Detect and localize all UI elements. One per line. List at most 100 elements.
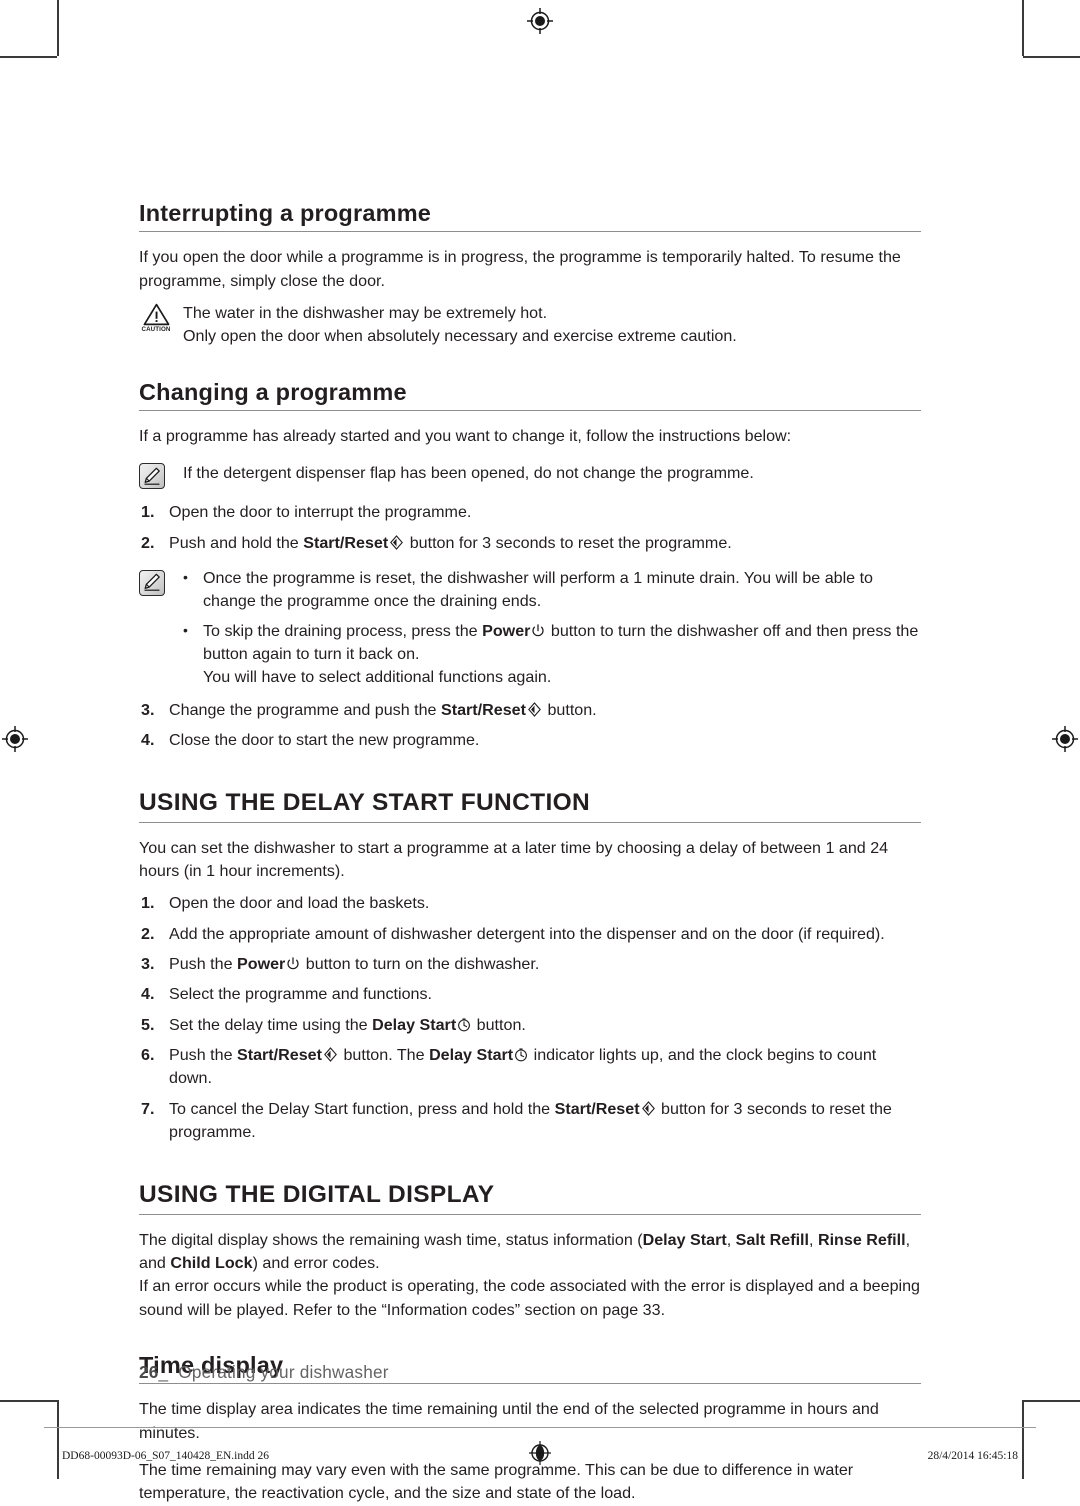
d6-pre: Push the [169, 1045, 237, 1064]
power-label: Power [482, 621, 531, 640]
step-number: 4. [141, 985, 155, 1004]
start-reset-diamond-icon [323, 1047, 338, 1062]
step-text: Push the Start/Reset button. The Delay S… [169, 1044, 921, 1091]
crop-mark-top-right-vertical [1022, 0, 1024, 56]
step-number: 3. [141, 954, 155, 973]
power-icon [531, 623, 545, 638]
step-text: Close the door to start the new programm… [169, 730, 480, 749]
heading-using-the-digital-display: USING THE DIGITAL DISPLAY [139, 1181, 921, 1215]
caution-icon-label: CAUTION [141, 325, 171, 333]
note-callout-reset-bullets: • Once the programme is reset, the dishw… [139, 567, 921, 690]
bullet-glyph: • [183, 621, 188, 638]
bullet-text: To skip the draining process, press the … [203, 620, 921, 690]
list-item-delay-step-6: 6. Push the Start/Reset button. The Dela… [139, 1044, 921, 1091]
heading-changing-a-programme: Changing a programme [139, 379, 921, 411]
note-bullet-item-2: • To skip the draining process, press th… [183, 620, 921, 690]
d3-pre: Push the [169, 954, 237, 973]
note-pencil-icon [139, 463, 165, 490]
crop-mark-top-right-horizontal [1023, 56, 1080, 58]
heading-using-the-delay-start-function: USING THE DELAY START FUNCTION [139, 789, 921, 823]
start-reset-label: Start/Reset [440, 700, 526, 719]
list-item-delay-step-1: 1. Open the door and load the baskets. [139, 892, 921, 915]
step2-pre: Push and hold the [169, 533, 304, 552]
crop-mark-top-left-horizontal [0, 56, 57, 58]
start-reset-diamond-icon [641, 1100, 656, 1116]
note-text-dispenser-flap: If the detergent dispenser flap has been… [183, 464, 754, 483]
step-text: Open the door and load the baskets. [169, 894, 430, 913]
bullet-text: Once the programme is reset, the dishwas… [203, 568, 874, 611]
step-number: 4. [141, 730, 155, 749]
clock-icon [457, 1018, 471, 1032]
step-number: 1. [141, 894, 155, 913]
step-text: Add the appropriate amount of dishwasher… [169, 924, 885, 943]
caution-line-2: Only open the door when absolutely neces… [183, 327, 737, 346]
power-icon [286, 957, 300, 971]
step-number: 1. [141, 503, 155, 522]
start-reset-diamond-icon [527, 701, 542, 717]
start-reset-label: Start/Reset [554, 1099, 640, 1118]
note-icon-wrap-2 [139, 567, 183, 596]
list-item-delay-step-3: 3. Push the Power button to turn on the … [139, 953, 921, 976]
step3-pre: Change the programme and push the [169, 700, 441, 719]
salt-refill-label: Salt Refill [735, 1230, 809, 1249]
heading-interrupting-a-programme: Interrupting a programme [139, 200, 921, 233]
list-item-delay-step-2: 2. Add the appropriate amount of dishwas… [139, 923, 921, 946]
paragraph-time-display-1: The time display area indicates the time… [139, 1400, 879, 1442]
crop-mark-bottom-right-vertical [1022, 1400, 1024, 1479]
d3-post: button to turn on the dishwasher. [301, 954, 540, 973]
dd-c: , [726, 1230, 736, 1249]
step2-post: button for 3 seconds to reset the progra… [405, 533, 732, 552]
crop-mark-top-left-vertical [57, 0, 59, 56]
bullet2-extra: You will have to select additional funct… [203, 668, 552, 687]
note-bullet-item-1: • Once the programme is reset, the dishw… [183, 567, 921, 614]
caution-triangle-icon: CAUTION [139, 303, 173, 333]
page-content: Interrupting a programme If you open the… [139, 0, 921, 1502]
power-label: Power [237, 954, 286, 973]
step-number: 6. [141, 1045, 155, 1064]
dd-a: The digital display shows the remaining … [139, 1230, 643, 1249]
step-text: To cancel the Delay Start function, pres… [169, 1098, 921, 1145]
delay-start-label: Delay Start [642, 1230, 727, 1249]
start-reset-label: Start/Reset [303, 533, 389, 552]
list-item-delay-step-7: 7. To cancel the Delay Start function, p… [139, 1098, 921, 1145]
imprint-timestamp: 28/4/2014 16:45:18 [927, 1450, 1018, 1462]
step-text: Select the programme and functions. [169, 985, 433, 1004]
page-footer: 26_ Operating your dishwasher [139, 1362, 389, 1383]
note-callout-dispenser-flap: If the detergent dispenser flap has been… [139, 462, 921, 490]
note-icon-wrap [139, 462, 183, 490]
crop-mark-bottom-left-horizontal [0, 1400, 57, 1402]
step-number: 5. [141, 1015, 155, 1034]
step-text: Open the door to interrupt the programme… [169, 503, 472, 522]
delay-start-label: Delay Start [429, 1045, 514, 1064]
crop-mark-bottom-left-vertical [57, 1400, 59, 1479]
dd-f: ) and error codes. [252, 1254, 380, 1273]
note-bullet-list: • Once the programme is reset, the dishw… [183, 567, 921, 690]
bullet-glyph: • [183, 568, 188, 585]
list-item-changing-step-1: 1. Open the door to interrupt the progra… [139, 501, 921, 524]
caution-line-1: The water in the dishwasher may be extre… [183, 303, 548, 322]
paragraph-digital-display-2: If an error occurs while the product is … [139, 1277, 920, 1319]
step-number: 7. [141, 1099, 155, 1118]
page-number: 26 [139, 1362, 159, 1382]
page-number-underscore: _ [158, 1362, 169, 1382]
registration-mark-left [2, 726, 28, 752]
list-item-delay-step-4: 4. Select the programme and functions. [139, 983, 921, 1006]
step-number: 2. [141, 533, 155, 552]
caution-text: The water in the dishwasher may be extre… [183, 302, 921, 349]
paragraph-time-display-2: The time remaining may vary even with th… [139, 1460, 854, 1503]
list-item-changing-step-2: 2. Push and hold the Start/Reset button … [139, 532, 921, 555]
list-item-delay-step-5: 5. Set the delay time using the Delay St… [139, 1014, 921, 1037]
step-text: Change the programme and push the Start/… [169, 699, 921, 722]
clock-icon [514, 1048, 528, 1062]
step-text: Push and hold the Start/Reset button for… [169, 532, 921, 555]
delay-start-label: Delay Start [372, 1015, 457, 1034]
d6-mid: button. The [338, 1045, 430, 1064]
paragraph-digital-display-1: The digital display shows the remaining … [139, 1229, 921, 1276]
d5-post: button. [472, 1015, 526, 1034]
step3-post: button. [542, 700, 597, 719]
bullet2-pre: To skip the draining process, press the [203, 621, 483, 640]
d7-pre: To cancel the Delay Start function, pres… [169, 1099, 555, 1118]
imprint-filename: DD68-00093D-06_S07_140428_EN.indd 26 [62, 1450, 269, 1462]
child-lock-label: Child Lock [170, 1254, 253, 1273]
step-text: Push the Power button to turn on the dis… [169, 953, 921, 976]
